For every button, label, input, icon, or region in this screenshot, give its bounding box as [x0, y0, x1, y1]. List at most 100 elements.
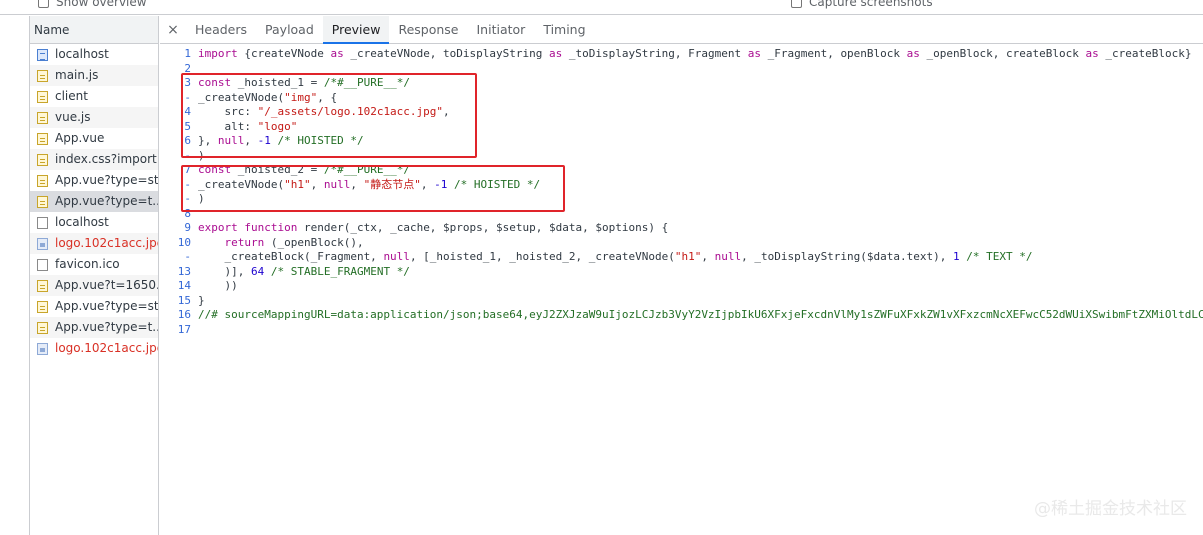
capture-screenshots-option[interactable]: Capture screenshots	[791, 0, 933, 9]
name-column-header[interactable]: Name	[30, 16, 158, 44]
code-text: src: "/_assets/logo.102c1acc.jpg",	[198, 105, 450, 120]
request-row[interactable]: index.css?import	[30, 149, 158, 170]
tab-headers[interactable]: Headers	[186, 16, 256, 43]
request-name: App.vue	[55, 131, 105, 145]
request-row[interactable]: main.js	[30, 65, 158, 86]
code-token: as	[330, 47, 344, 60]
request-row[interactable]: localhost	[30, 44, 158, 65]
code-line: 9 export function render(_ctx, _cache, $p…	[160, 221, 1203, 236]
code-line: - _createBlock(_Fragment, null, [_hoiste…	[160, 250, 1203, 265]
code-line: 5 alt: "logo"	[160, 120, 1203, 135]
code-line: 1 import {createVNode as _createVNode, to…	[160, 47, 1203, 62]
code-token: _hoisted_1 =	[231, 76, 324, 89]
code-token: _createBlock(_Fragment,	[198, 250, 384, 263]
line-number: -	[184, 177, 191, 191]
request-name: favicon.ico	[55, 257, 120, 271]
request-row[interactable]: App.vue	[30, 128, 158, 149]
code-token: _toDisplayString, Fragment	[562, 47, 748, 60]
code-line: - _createVNode("h1", null, "静态节点", -1 /* …	[160, 178, 1203, 193]
code-token: const	[198, 76, 232, 89]
request-name: main.js	[55, 68, 99, 82]
request-row[interactable]: vue.js	[30, 107, 158, 128]
tab-preview[interactable]: Preview	[322, 16, 390, 44]
request-name: App.vue?type=st...	[55, 173, 158, 187]
tab-initiator[interactable]: Initiator	[468, 16, 535, 43]
code-text: }	[198, 294, 205, 309]
code-token: , [_hoisted_1, _hoisted_2, _createVNode(	[409, 250, 675, 263]
image-icon	[37, 237, 48, 250]
code-line: 13 )], 64 /* STABLE_FRAGMENT */	[160, 265, 1203, 280]
code-token: )],	[198, 264, 251, 278]
request-row[interactable]: App.vue?type=st...	[30, 296, 158, 317]
code-text: )	[198, 192, 205, 207]
watermark: @稀土掘金技术社区	[1034, 499, 1187, 519]
tab-timing[interactable]: Timing	[534, 16, 594, 43]
code-text: export function render(_ctx, _cache, $pr…	[198, 221, 668, 236]
code-text: ))	[198, 279, 237, 294]
code-token: _createVNode, toDisplayString	[343, 47, 550, 60]
script-icon	[37, 195, 48, 208]
code-token: },	[198, 134, 218, 147]
tab-payload[interactable]: Payload	[256, 16, 323, 43]
request-name: index.css?import	[55, 152, 157, 166]
code-token: /*#__PURE__*/	[323, 76, 410, 89]
code-token: /* HOISTED */	[277, 134, 364, 147]
code-text: import {createVNode as _createVNode, toD…	[198, 47, 1198, 62]
code-line: 4 src: "/_assets/logo.102c1acc.jpg",	[160, 105, 1203, 120]
request-name: client	[55, 89, 88, 103]
line-number: 15	[177, 293, 191, 307]
script-icon	[37, 174, 48, 187]
show-overview-option[interactable]: Show overview	[38, 0, 147, 9]
code-line: 7 const _hoisted_2 = /*#__PURE__*/	[160, 163, 1203, 178]
request-name: localhost	[55, 47, 109, 61]
tab-response[interactable]: Response	[389, 16, 467, 43]
code-line: 8	[160, 207, 1203, 222]
code-text: )	[198, 149, 205, 164]
code-token: null	[714, 250, 742, 263]
show-overview-checkbox[interactable]	[38, 0, 49, 8]
request-row[interactable]: App.vue?type=st...	[30, 170, 158, 191]
code-token: import	[198, 47, 238, 60]
code-token: as	[747, 47, 761, 60]
capture-screenshots-checkbox[interactable]	[791, 0, 802, 8]
request-name: logo.102c1acc.jpg	[55, 236, 158, 250]
code-token: return	[224, 235, 265, 249]
code-line: 6}, null, -1 /* HOISTED */	[160, 134, 1203, 149]
code-token: "/_assets/logo.102c1acc.jpg"	[257, 105, 444, 118]
script-icon	[37, 321, 48, 334]
request-detail-panel: × Headers Payload Preview Response Initiator…	[160, 16, 1203, 535]
code-token: _Fragment, openBlock	[760, 47, 907, 60]
code-line: -)	[160, 192, 1203, 207]
script-icon	[37, 132, 48, 145]
script-icon	[37, 300, 48, 313]
request-row[interactable]: logo.102c1acc.jpg	[30, 233, 158, 254]
code-token: )	[198, 192, 205, 205]
document-icon	[37, 48, 48, 61]
request-row[interactable]: favicon.ico	[30, 254, 158, 275]
code-token: , _toDisplayString($data.text),	[741, 250, 954, 263]
code-token: "img"	[284, 90, 318, 104]
request-row[interactable]: logo.102c1acc.jpg	[30, 338, 158, 359]
line-number: 9	[184, 221, 191, 234]
request-row[interactable]: App.vue?t=1650...	[30, 275, 158, 296]
code-line: 14 ))	[160, 279, 1203, 294]
request-name: App.vue?type=t...	[55, 320, 158, 334]
detail-tabs: × Headers Payload Preview Response Initiator…	[160, 16, 1203, 44]
script-icon	[37, 111, 48, 124]
code-token: ,	[443, 105, 450, 118]
request-row[interactable]: client	[30, 86, 158, 107]
code-token: , {	[317, 90, 338, 104]
request-list: Name localhost main.js client vue.js App.vue…	[30, 16, 159, 535]
request-row[interactable]: localhost	[30, 212, 158, 233]
request-row[interactable]: App.vue?type=t...	[30, 191, 158, 212]
code-token: src:	[198, 105, 258, 118]
close-icon[interactable]: ×	[160, 16, 186, 43]
code-token: as	[1085, 47, 1099, 60]
tab-list: Headers Payload Preview Response Initiator Ti…	[186, 16, 595, 44]
preview-source-view: 1 import {createVNode as _createVNode, to…	[160, 47, 1203, 517]
code-token: "h1"	[284, 177, 311, 191]
code-line: 15}	[160, 294, 1203, 309]
request-row[interactable]: App.vue?type=t...	[30, 317, 158, 338]
line-number: 13	[177, 264, 191, 278]
